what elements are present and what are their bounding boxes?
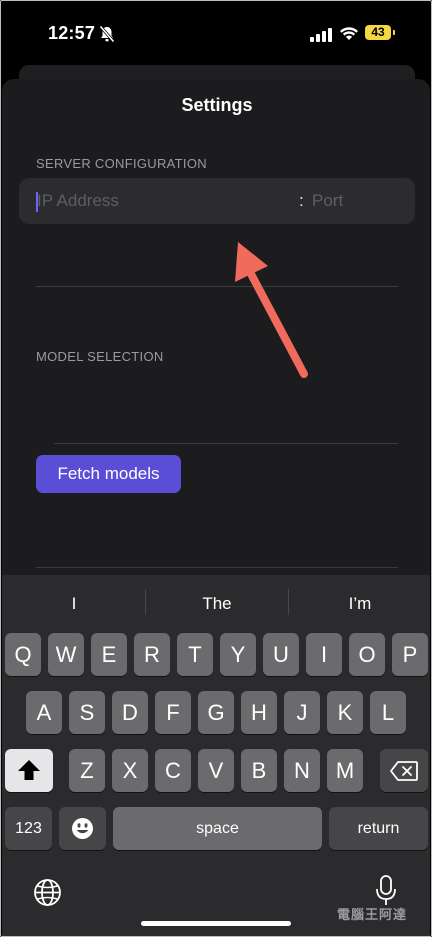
model-selection-label: MODEL SELECTION: [36, 349, 164, 364]
emoji-key[interactable]: [59, 807, 106, 850]
key-v[interactable]: V: [198, 749, 234, 792]
globe-icon[interactable]: [33, 878, 62, 907]
key-j[interactable]: J: [284, 691, 320, 734]
annotation-arrow-icon: [235, 242, 308, 378]
key-s[interactable]: S: [69, 691, 105, 734]
prediction-1[interactable]: I: [3, 594, 145, 614]
wifi-icon: [340, 27, 358, 40]
return-key[interactable]: return: [329, 807, 428, 850]
status-bar: 12:57 43: [1, 1, 431, 63]
battery-icon: 43: [365, 25, 395, 40]
key-f[interactable]: F: [155, 691, 191, 734]
key-p[interactable]: P: [392, 633, 428, 676]
key-i[interactable]: I: [306, 633, 342, 676]
delete-key[interactable]: [380, 749, 428, 792]
key-k[interactable]: K: [327, 691, 363, 734]
port-input[interactable]: Port: [312, 191, 343, 211]
key-w[interactable]: W: [48, 633, 84, 676]
microphone-icon[interactable]: [375, 875, 397, 907]
delete-icon: [390, 761, 418, 781]
key-r[interactable]: R: [134, 633, 170, 676]
key-b[interactable]: B: [241, 749, 277, 792]
signal-icon: [310, 28, 332, 42]
shift-key[interactable]: [5, 749, 53, 792]
prediction-3[interactable]: I’m: [289, 594, 431, 614]
key-e[interactable]: E: [91, 633, 127, 676]
phone-screen: 12:57 43 Settings SERVER CONFIGURATION I…: [0, 0, 432, 937]
space-key[interactable]: space: [113, 807, 322, 850]
key-n[interactable]: N: [284, 749, 320, 792]
watermark: 電腦王阿達: [337, 907, 408, 922]
section-divider-bottom: [36, 567, 398, 568]
predictive-text-bar: I The I’m: [2, 575, 430, 631]
key-d[interactable]: D: [112, 691, 148, 734]
key-y[interactable]: Y: [220, 633, 256, 676]
key-m[interactable]: M: [327, 749, 363, 792]
key-u[interactable]: U: [263, 633, 299, 676]
key-a[interactable]: A: [26, 691, 62, 734]
key-t[interactable]: T: [177, 633, 213, 676]
ip-address-input[interactable]: IP Address: [37, 191, 119, 211]
numbers-key[interactable]: 123: [5, 807, 52, 850]
text-caret: [36, 192, 38, 212]
prediction-2[interactable]: The: [146, 594, 288, 614]
key-q[interactable]: Q: [5, 633, 41, 676]
status-time: 12:57: [48, 23, 96, 43]
shift-icon: [18, 760, 40, 780]
home-indicator[interactable]: [141, 921, 291, 926]
key-o[interactable]: O: [349, 633, 385, 676]
key-c[interactable]: C: [155, 749, 191, 792]
server-configuration-label: SERVER CONFIGURATION: [36, 156, 207, 171]
key-z[interactable]: Z: [69, 749, 105, 792]
key-h[interactable]: H: [241, 691, 277, 734]
fetch-models-button[interactable]: Fetch models: [36, 455, 181, 493]
server-input-group: IP Address : Port: [19, 178, 415, 224]
key-x[interactable]: X: [112, 749, 148, 792]
key-g[interactable]: G: [198, 691, 234, 734]
ip-port-separator: :: [299, 191, 304, 210]
key-l[interactable]: L: [370, 691, 406, 734]
bell-slash-icon: [99, 25, 115, 43]
emoji-icon: [72, 818, 93, 839]
page-title: Settings: [181, 95, 253, 115]
section-divider: [36, 286, 398, 287]
model-picker-divider: [54, 443, 398, 444]
